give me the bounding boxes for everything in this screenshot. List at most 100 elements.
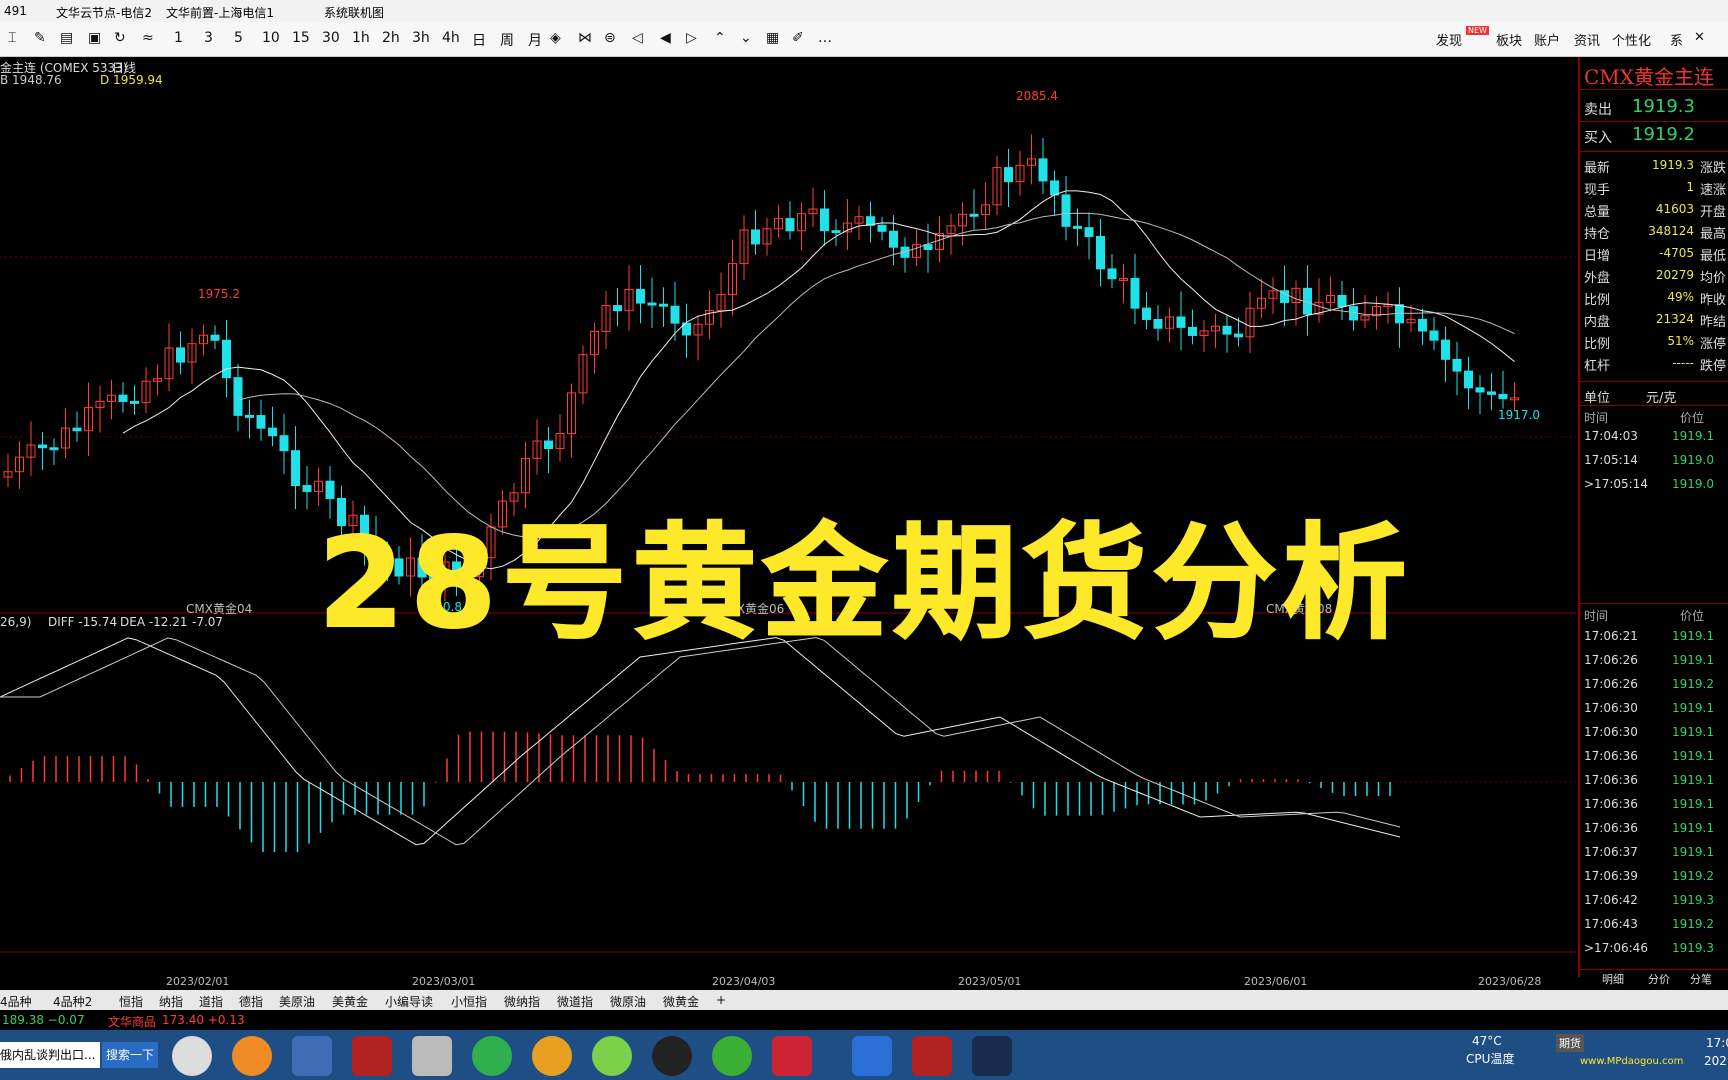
cpu-temp: 47°C xyxy=(1472,1034,1502,1048)
buy-label: 买入 xyxy=(1584,130,1612,146)
tick-price: 1919.1 xyxy=(1672,725,1714,739)
menu-sector[interactable]: 板块 xyxy=(1496,30,1522,49)
tick-price: 1919.1 xyxy=(1672,773,1714,787)
period-button-6[interactable]: 1h xyxy=(352,30,370,46)
calculator-icon[interactable] xyxy=(412,1036,452,1076)
stat-label: 最新 xyxy=(1584,161,1611,176)
period-button-5[interactable]: 30 xyxy=(322,30,340,46)
draw-icon[interactable]: ✎ xyxy=(34,30,46,46)
tick-price: 1919.1 xyxy=(1672,429,1714,443)
tab-price-level[interactable]: 分价 xyxy=(1648,971,1670,987)
stat-label: 内盘 xyxy=(1584,315,1611,330)
sell-price[interactable]: 1919.3 xyxy=(1632,96,1695,117)
more-icon[interactable]: … xyxy=(818,30,832,46)
browser-icon[interactable] xyxy=(472,1036,512,1076)
zoom-icon[interactable]: ◈ xyxy=(550,30,561,46)
indicator-icon[interactable]: ≈ xyxy=(142,30,154,46)
symbol-tab[interactable]: 微纳指 xyxy=(504,993,540,1010)
period-button-0[interactable]: 1 xyxy=(174,30,183,46)
notes-icon[interactable] xyxy=(972,1036,1012,1076)
menu-account[interactable]: 账户 xyxy=(1534,30,1560,49)
buy-price[interactable]: 1919.2 xyxy=(1632,124,1695,145)
center-icon[interactable]: ⊜ xyxy=(604,30,616,46)
up-icon[interactable]: ⌃ xyxy=(714,30,726,46)
period-button-4[interactable]: 15 xyxy=(292,30,310,46)
compress-icon[interactable]: ⋈ xyxy=(578,30,592,46)
candle-body xyxy=(279,435,289,452)
symbol-tab[interactable]: 4品种 xyxy=(0,993,32,1010)
cards-icon[interactable] xyxy=(772,1036,812,1076)
symbol-tab[interactable]: 美原油 xyxy=(279,993,315,1010)
menu-system[interactable]: 系 xyxy=(1670,30,1683,49)
stat-label: 比例 xyxy=(1584,293,1611,308)
period-button-9[interactable]: 4h xyxy=(442,30,460,46)
candle-body xyxy=(1176,316,1186,328)
period-button-8[interactable]: 3h xyxy=(412,30,430,46)
period-button-12[interactable]: 月 xyxy=(528,30,542,50)
symbol-tab[interactable]: 微道指 xyxy=(557,993,593,1010)
pen-icon[interactable]: ✐ xyxy=(792,30,804,46)
menu-discover[interactable]: 发现 xyxy=(1436,30,1462,49)
tick-price: 1919.1 xyxy=(1672,845,1714,859)
left-icon[interactable]: ◀ xyxy=(660,30,671,46)
video-title-overlay: 28号黄金期货分析 xyxy=(317,511,1413,657)
wechat-icon[interactable] xyxy=(712,1036,752,1076)
chrome-icon[interactable] xyxy=(532,1036,572,1076)
period-button-11[interactable]: 周 xyxy=(500,30,514,50)
prev-icon[interactable]: ◁ xyxy=(632,30,643,46)
symbol-tab[interactable]: 小恒指 xyxy=(451,993,487,1010)
period-button-7[interactable]: 2h xyxy=(382,30,400,46)
menu-personalize[interactable]: 个性化 xyxy=(1612,30,1651,49)
date-label-1: 2023/02/01 xyxy=(166,975,230,988)
tab-tick[interactable]: 分笔 xyxy=(1690,971,1712,987)
refresh-icon[interactable]: ↻ xyxy=(114,30,126,46)
server-label-1[interactable]: 文华云节点-电信2 xyxy=(56,4,152,21)
wenhua-icon-1[interactable] xyxy=(352,1036,392,1076)
sogou-icon[interactable] xyxy=(172,1036,212,1076)
period-button-3[interactable]: 10 xyxy=(262,30,280,46)
menu-news[interactable]: 资讯 xyxy=(1574,30,1600,49)
index-name: 文华商品 xyxy=(108,1015,157,1029)
tick-time: 17:06:43 xyxy=(1584,917,1638,931)
search-input[interactable]: 俄内乱谈判出口... xyxy=(0,1042,100,1068)
period-button-10[interactable]: 日 xyxy=(472,30,486,50)
symbol-tab[interactable]: 4品种2 xyxy=(53,993,92,1010)
server-label-2[interactable]: 文华前置-上海电信1 xyxy=(166,4,274,21)
layout-icon[interactable]: ▤ xyxy=(60,30,73,46)
record-icon[interactable] xyxy=(232,1036,272,1076)
candle-body xyxy=(1188,326,1197,336)
symbol-tab[interactable]: + xyxy=(716,993,726,1007)
tick-price: 1919.1 xyxy=(1672,653,1714,667)
index-value-1: 189.38 −0.07 xyxy=(2,1013,85,1027)
period-button-1[interactable]: 3 xyxy=(204,30,213,46)
period-button-2[interactable]: 5 xyxy=(234,30,243,46)
cursor-icon[interactable]: ⌶ xyxy=(8,30,16,46)
tick-time: 17:06:26 xyxy=(1584,677,1638,691)
symbol-tab[interactable]: 微黄金 xyxy=(663,993,699,1010)
app3-icon[interactable] xyxy=(852,1036,892,1076)
macd-params: 26,9) xyxy=(0,615,32,629)
symbol-tab[interactable]: 微原油 xyxy=(610,993,646,1010)
candle-body xyxy=(670,305,680,324)
symbol-tab[interactable]: 恒指 xyxy=(119,993,143,1010)
paint-icon[interactable] xyxy=(292,1036,332,1076)
music-icon[interactable] xyxy=(592,1036,632,1076)
qq-icon[interactable] xyxy=(652,1036,692,1076)
symbol-tab[interactable]: 德指 xyxy=(239,993,263,1010)
system-label[interactable]: 系统联机图 xyxy=(324,4,384,21)
symbol-tab[interactable]: 纳指 xyxy=(159,993,183,1010)
search-button[interactable]: 搜索一下 xyxy=(102,1042,158,1068)
tab-detail[interactable]: 明细 xyxy=(1602,971,1624,987)
right-icon[interactable]: ▷ xyxy=(686,30,697,46)
wenhua-icon-2[interactable] xyxy=(912,1036,952,1076)
candle-body xyxy=(130,400,139,404)
symbol-tab[interactable]: 道指 xyxy=(199,993,223,1010)
down-icon[interactable]: ⌄ xyxy=(740,30,752,46)
tick-price: 1919.3 xyxy=(1672,941,1714,955)
symbol-tab[interactable]: 小编导读 xyxy=(385,993,433,1010)
grid-icon[interactable]: ▦ xyxy=(766,30,779,46)
symbol-tab[interactable]: 美黄金 xyxy=(332,993,368,1010)
close-icon[interactable]: ✕ xyxy=(1694,30,1705,45)
stat-value: 49% xyxy=(1667,290,1694,304)
save-icon[interactable]: ▣ xyxy=(88,30,101,46)
